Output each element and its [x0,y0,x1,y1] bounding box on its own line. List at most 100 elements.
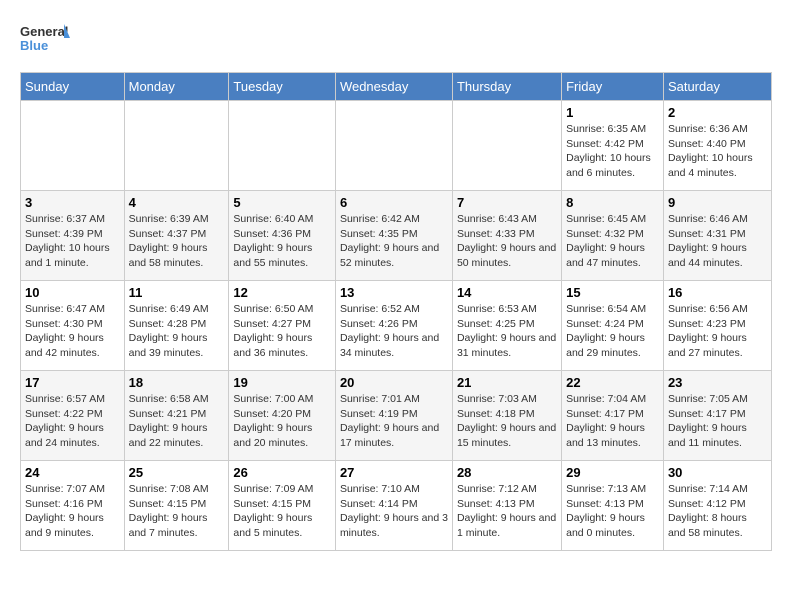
day-info: Sunrise: 7:12 AM Sunset: 4:13 PM Dayligh… [457,482,557,541]
day-info: Sunrise: 6:58 AM Sunset: 4:21 PM Dayligh… [129,392,225,451]
day-number: 7 [457,195,557,210]
weekday-header: Tuesday [229,73,336,101]
weekday-header: Saturday [663,73,771,101]
day-number: 12 [233,285,331,300]
day-number: 16 [668,285,767,300]
calendar-week-row: 3Sunrise: 6:37 AM Sunset: 4:39 PM Daylig… [21,191,772,281]
day-info: Sunrise: 6:42 AM Sunset: 4:35 PM Dayligh… [340,212,448,271]
day-number: 29 [566,465,659,480]
calendar-cell: 9 Sunrise: 6:46 AM Sunset: 4:31 PM Daylig… [663,191,771,281]
day-info: Sunrise: 6:54 AM Sunset: 4:24 PM Dayligh… [566,302,659,361]
day-info: Sunrise: 6:35 AM Sunset: 4:42 PM Dayligh… [566,122,659,181]
day-number: 22 [566,375,659,390]
calendar-cell: 24 Sunrise: 7:07 AM Sunset: 4:16 PM Dayli… [21,461,125,551]
day-number: 1 [566,105,659,120]
day-number: 9 [668,195,767,210]
calendar-cell: 4 Sunrise: 6:39 AM Sunset: 4:37 PM Daylig… [124,191,229,281]
day-info: Sunrise: 6:57 AM Sunset: 4:22 PM Dayligh… [25,392,120,451]
calendar-cell: 26 Sunrise: 7:09 AM Sunset: 4:15 PM Dayli… [229,461,336,551]
calendar-cell: 17 Sunrise: 6:57 AM Sunset: 4:22 PM Dayli… [21,371,125,461]
day-info: Sunrise: 6:50 AM Sunset: 4:27 PM Dayligh… [233,302,331,361]
weekday-header-row: SundayMondayTuesdayWednesdayThursdayFrid… [21,73,772,101]
calendar-cell: 1 Sunrise: 6:35 AM Sunset: 4:42 PM Daylig… [562,101,664,191]
day-info: Sunrise: 7:04 AM Sunset: 4:17 PM Dayligh… [566,392,659,451]
day-info: Sunrise: 6:36 AM Sunset: 4:40 PM Dayligh… [668,122,767,181]
day-number: 25 [129,465,225,480]
day-number: 27 [340,465,448,480]
calendar-cell: 12 Sunrise: 6:50 AM Sunset: 4:27 PM Dayli… [229,281,336,371]
calendar-cell: 22 Sunrise: 7:04 AM Sunset: 4:17 PM Dayli… [562,371,664,461]
day-info: Sunrise: 6:37 AM Sunset: 4:39 PM Dayligh… [25,212,120,271]
calendar-cell: 6 Sunrise: 6:42 AM Sunset: 4:35 PM Daylig… [335,191,452,281]
calendar-cell: 25 Sunrise: 7:08 AM Sunset: 4:15 PM Dayli… [124,461,229,551]
calendar-cell: 23Sunrise: 7:05 AM Sunset: 4:17 PM Dayli… [663,371,771,461]
day-number: 2 [668,105,767,120]
day-number: 13 [340,285,448,300]
calendar-cell: 8Sunrise: 6:45 AM Sunset: 4:32 PM Daylig… [562,191,664,281]
calendar-week-row: 24 Sunrise: 7:07 AM Sunset: 4:16 PM Dayli… [21,461,772,551]
day-number: 30 [668,465,767,480]
calendar-cell: 28 Sunrise: 7:12 AM Sunset: 4:13 PM Dayli… [452,461,561,551]
calendar-cell [21,101,125,191]
calendar-cell: 13 Sunrise: 6:52 AM Sunset: 4:26 PM Dayli… [335,281,452,371]
weekday-header: Monday [124,73,229,101]
calendar-cell: 16 Sunrise: 6:56 AM Sunset: 4:23 PM Dayli… [663,281,771,371]
calendar-cell [452,101,561,191]
day-number: 23 [668,375,767,390]
calendar-cell: 10 Sunrise: 6:47 AM Sunset: 4:30 PM Dayli… [21,281,125,371]
calendar-week-row: 1 Sunrise: 6:35 AM Sunset: 4:42 PM Daylig… [21,101,772,191]
day-info: Sunrise: 7:03 AM Sunset: 4:18 PM Dayligh… [457,392,557,451]
weekday-header: Wednesday [335,73,452,101]
day-info: Sunrise: 7:08 AM Sunset: 4:15 PM Dayligh… [129,482,225,541]
calendar-cell: 3Sunrise: 6:37 AM Sunset: 4:39 PM Daylig… [21,191,125,281]
day-info: Sunrise: 6:53 AM Sunset: 4:25 PM Dayligh… [457,302,557,361]
day-info: Sunrise: 6:43 AM Sunset: 4:33 PM Dayligh… [457,212,557,271]
day-info: Sunrise: 6:40 AM Sunset: 4:36 PM Dayligh… [233,212,331,271]
day-number: 26 [233,465,331,480]
day-info: Sunrise: 6:46 AM Sunset: 4:31 PM Dayligh… [668,212,767,271]
calendar-cell: 30 Sunrise: 7:14 AM Sunset: 4:12 PM Dayli… [663,461,771,551]
calendar-cell: 7 Sunrise: 6:43 AM Sunset: 4:33 PM Daylig… [452,191,561,281]
calendar-table: SundayMondayTuesdayWednesdayThursdayFrid… [20,72,772,551]
day-number: 18 [129,375,225,390]
day-number: 24 [25,465,120,480]
day-info: Sunrise: 6:47 AM Sunset: 4:30 PM Dayligh… [25,302,120,361]
day-info: Sunrise: 6:39 AM Sunset: 4:37 PM Dayligh… [129,212,225,271]
calendar-cell: 18 Sunrise: 6:58 AM Sunset: 4:21 PM Dayli… [124,371,229,461]
calendar-week-row: 17 Sunrise: 6:57 AM Sunset: 4:22 PM Dayli… [21,371,772,461]
day-number: 17 [25,375,120,390]
calendar-cell [229,101,336,191]
calendar-cell: 5Sunrise: 6:40 AM Sunset: 4:36 PM Daylig… [229,191,336,281]
day-info: Sunrise: 7:09 AM Sunset: 4:15 PM Dayligh… [233,482,331,541]
calendar-cell: 19Sunrise: 7:00 AM Sunset: 4:20 PM Dayli… [229,371,336,461]
svg-text:General: General [20,24,68,39]
calendar-cell [335,101,452,191]
calendar-cell: 15Sunrise: 6:54 AM Sunset: 4:24 PM Dayli… [562,281,664,371]
day-number: 11 [129,285,225,300]
day-number: 10 [25,285,120,300]
day-info: Sunrise: 6:49 AM Sunset: 4:28 PM Dayligh… [129,302,225,361]
calendar-cell: 27Sunrise: 7:10 AM Sunset: 4:14 PM Dayli… [335,461,452,551]
logo-svg: General Blue [20,20,70,62]
calendar-cell [124,101,229,191]
day-number: 14 [457,285,557,300]
calendar-week-row: 10 Sunrise: 6:47 AM Sunset: 4:30 PM Dayli… [21,281,772,371]
day-info: Sunrise: 7:14 AM Sunset: 4:12 PM Dayligh… [668,482,767,541]
day-info: Sunrise: 7:07 AM Sunset: 4:16 PM Dayligh… [25,482,120,541]
calendar-cell: 20Sunrise: 7:01 AM Sunset: 4:19 PM Dayli… [335,371,452,461]
calendar-cell: 21 Sunrise: 7:03 AM Sunset: 4:18 PM Dayli… [452,371,561,461]
day-number: 8 [566,195,659,210]
day-number: 28 [457,465,557,480]
calendar-cell: 14 Sunrise: 6:53 AM Sunset: 4:25 PM Dayli… [452,281,561,371]
day-info: Sunrise: 6:52 AM Sunset: 4:26 PM Dayligh… [340,302,448,361]
day-number: 20 [340,375,448,390]
svg-text:Blue: Blue [20,38,48,53]
calendar-cell: 11 Sunrise: 6:49 AM Sunset: 4:28 PM Dayli… [124,281,229,371]
day-number: 21 [457,375,557,390]
logo: General Blue [20,20,70,62]
day-number: 6 [340,195,448,210]
day-info: Sunrise: 6:56 AM Sunset: 4:23 PM Dayligh… [668,302,767,361]
day-number: 4 [129,195,225,210]
weekday-header: Sunday [21,73,125,101]
calendar-cell: 29Sunrise: 7:13 AM Sunset: 4:13 PM Dayli… [562,461,664,551]
